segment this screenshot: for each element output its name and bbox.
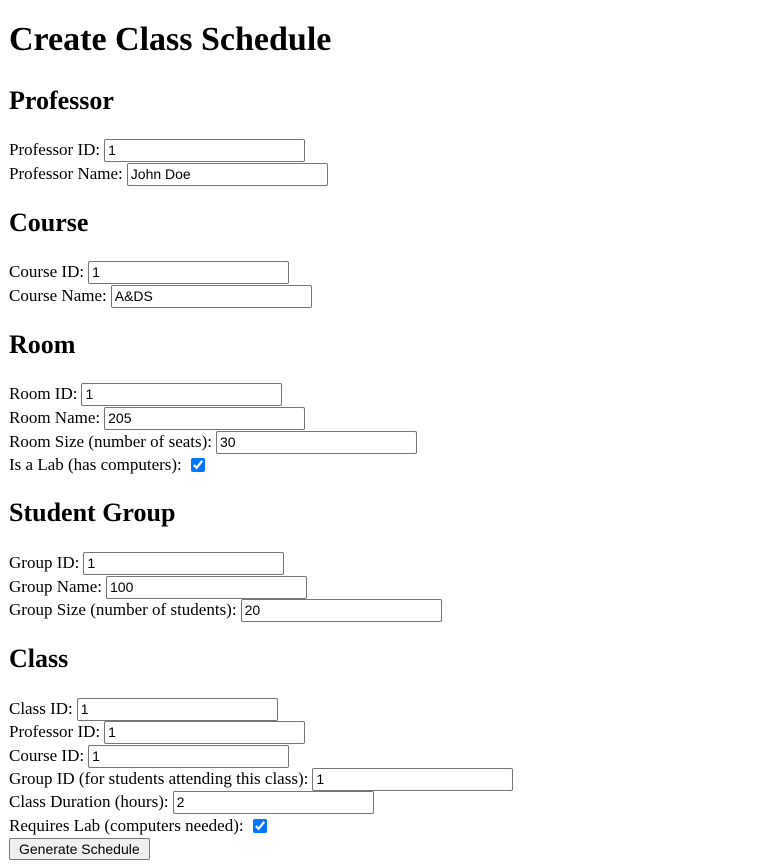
class-professor-id-label: Professor ID: [9, 722, 101, 741]
course-heading: Course [9, 208, 89, 237]
course-id-row: Course ID: [9, 260, 290, 284]
course-name-input[interactable] [110, 284, 312, 308]
class-duration-row: Class Duration (hours): [9, 790, 374, 814]
room-id-label: Room ID: [9, 384, 78, 403]
professor-id-label: Professor ID: [9, 140, 101, 159]
class-group-id-label: Group ID (for students attending this cl… [9, 769, 309, 788]
class-group-id-input[interactable] [312, 767, 514, 791]
professor-id-row: Professor ID: [9, 138, 306, 162]
room-size-row: Room Size (number of seats): [9, 430, 418, 454]
room-name-label: Room Name: [9, 408, 101, 427]
class-course-id-input[interactable] [88, 744, 290, 768]
professor-name-row: Professor Name: [9, 162, 328, 186]
class-course-id-label: Course ID: [9, 746, 85, 765]
course-name-row: Course Name: [9, 284, 312, 308]
class-duration-label: Class Duration (hours): [9, 792, 169, 811]
class-duration-input[interactable] [172, 790, 374, 814]
group-name-row: Group Name: [9, 575, 308, 599]
room-id-input[interactable] [81, 382, 283, 406]
room-size-input[interactable] [216, 430, 418, 454]
group-id-label: Group ID: [9, 553, 80, 572]
room-size-label: Room Size (number of seats): [9, 432, 213, 451]
course-name-label: Course Name: [9, 286, 107, 305]
student-group-heading: Student Group [9, 498, 176, 527]
class-id-row: Class ID: [9, 697, 278, 721]
class-id-label: Class ID: [9, 699, 73, 718]
group-name-input[interactable] [106, 575, 308, 599]
room-name-input[interactable] [104, 406, 306, 430]
page-title: Create Class Schedule [9, 21, 332, 58]
group-id-row: Group ID: [9, 551, 285, 575]
professor-id-input[interactable] [104, 138, 306, 162]
room-id-row: Room ID: [9, 382, 283, 406]
class-id-input[interactable] [76, 697, 278, 721]
class-requires-lab-label: Requires Lab (computers needed): [9, 816, 244, 835]
class-group-id-row: Group ID (for students attending this cl… [9, 767, 514, 791]
course-id-label: Course ID: [9, 262, 85, 281]
professor-heading: Professor [9, 86, 114, 115]
class-heading: Class [9, 644, 69, 673]
group-id-input[interactable] [83, 551, 285, 575]
professor-name-label: Professor Name: [9, 164, 123, 183]
group-size-input[interactable] [240, 598, 442, 622]
room-heading: Room [9, 330, 76, 359]
group-size-label: Group Size (number of students): [9, 600, 237, 619]
generate-schedule-button[interactable]: Generate Schedule [9, 838, 150, 860]
room-name-row: Room Name: [9, 406, 306, 430]
course-id-input[interactable] [88, 260, 290, 284]
group-name-label: Group Name: [9, 577, 103, 596]
professor-name-input[interactable] [126, 162, 328, 186]
class-course-id-row: Course ID: [9, 744, 290, 768]
room-lab-row: Is a Lab (has computers): [9, 453, 205, 477]
class-requires-lab-checkbox[interactable] [252, 819, 267, 833]
room-lab-label: Is a Lab (has computers): [9, 455, 182, 474]
class-professor-id-input[interactable] [104, 720, 306, 744]
class-professor-id-row: Professor ID: [9, 720, 306, 744]
group-size-row: Group Size (number of students): [9, 598, 442, 622]
room-lab-checkbox[interactable] [190, 458, 205, 472]
class-requires-lab-row: Requires Lab (computers needed): [9, 814, 267, 838]
